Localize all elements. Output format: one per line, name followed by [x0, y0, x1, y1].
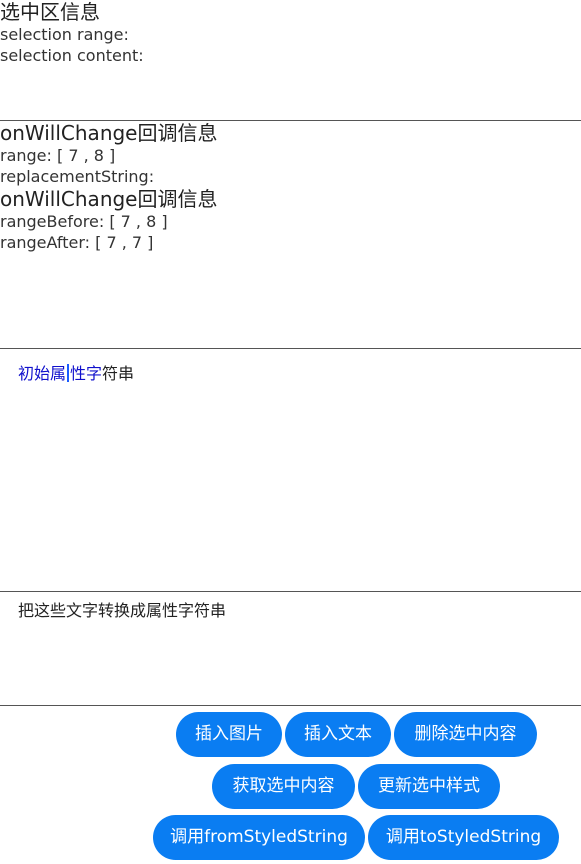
callback-range: range: [ 7 , 8 ]	[0, 146, 116, 165]
normal-text: 符串	[102, 364, 135, 383]
editor-content[interactable]: 初始属 性字符串	[18, 363, 134, 385]
styled-text-a: 初始属	[18, 364, 67, 383]
selection-range-label: selection range:	[0, 25, 129, 44]
selection-content-label: selection content:	[0, 46, 144, 65]
will-change-title-2: onWillChange回调信息	[0, 187, 218, 211]
selection-info-title: 选中区信息	[0, 0, 100, 24]
will-change-title-1: onWillChange回调信息	[0, 121, 218, 145]
insert-image-button[interactable]: 插入图片	[176, 712, 282, 757]
range-after: rangeAfter: [ 7 , 7 ]	[0, 233, 154, 252]
plain-text-content: 把这些文字转换成属性字符串	[18, 601, 227, 620]
get-selection-button[interactable]: 获取选中内容	[212, 764, 355, 809]
to-styled-string-button[interactable]: 调用toStyledString	[368, 815, 559, 860]
insert-text-button[interactable]: 插入文本	[285, 712, 391, 757]
replacement-string: replacementString:	[0, 167, 155, 186]
delete-selection-button[interactable]: 删除选中内容	[394, 712, 537, 757]
update-style-button[interactable]: 更新选中样式	[358, 764, 500, 809]
text-caret	[67, 364, 70, 382]
selection-info-panel: 选中区信息 selection range: selection content…	[0, 0, 581, 121]
callback-info-panel: onWillChange回调信息 range: [ 7 , 8 ] replac…	[0, 121, 581, 349]
from-styled-string-button[interactable]: 调用fromStyledString	[153, 815, 365, 860]
styled-text-b: 性字	[70, 364, 103, 383]
rich-text-editor[interactable]: 初始属 性字符串	[0, 349, 581, 592]
range-before: rangeBefore: [ 7 , 8 ]	[0, 212, 168, 231]
plain-text-input[interactable]: 把这些文字转换成属性字符串	[0, 592, 581, 706]
